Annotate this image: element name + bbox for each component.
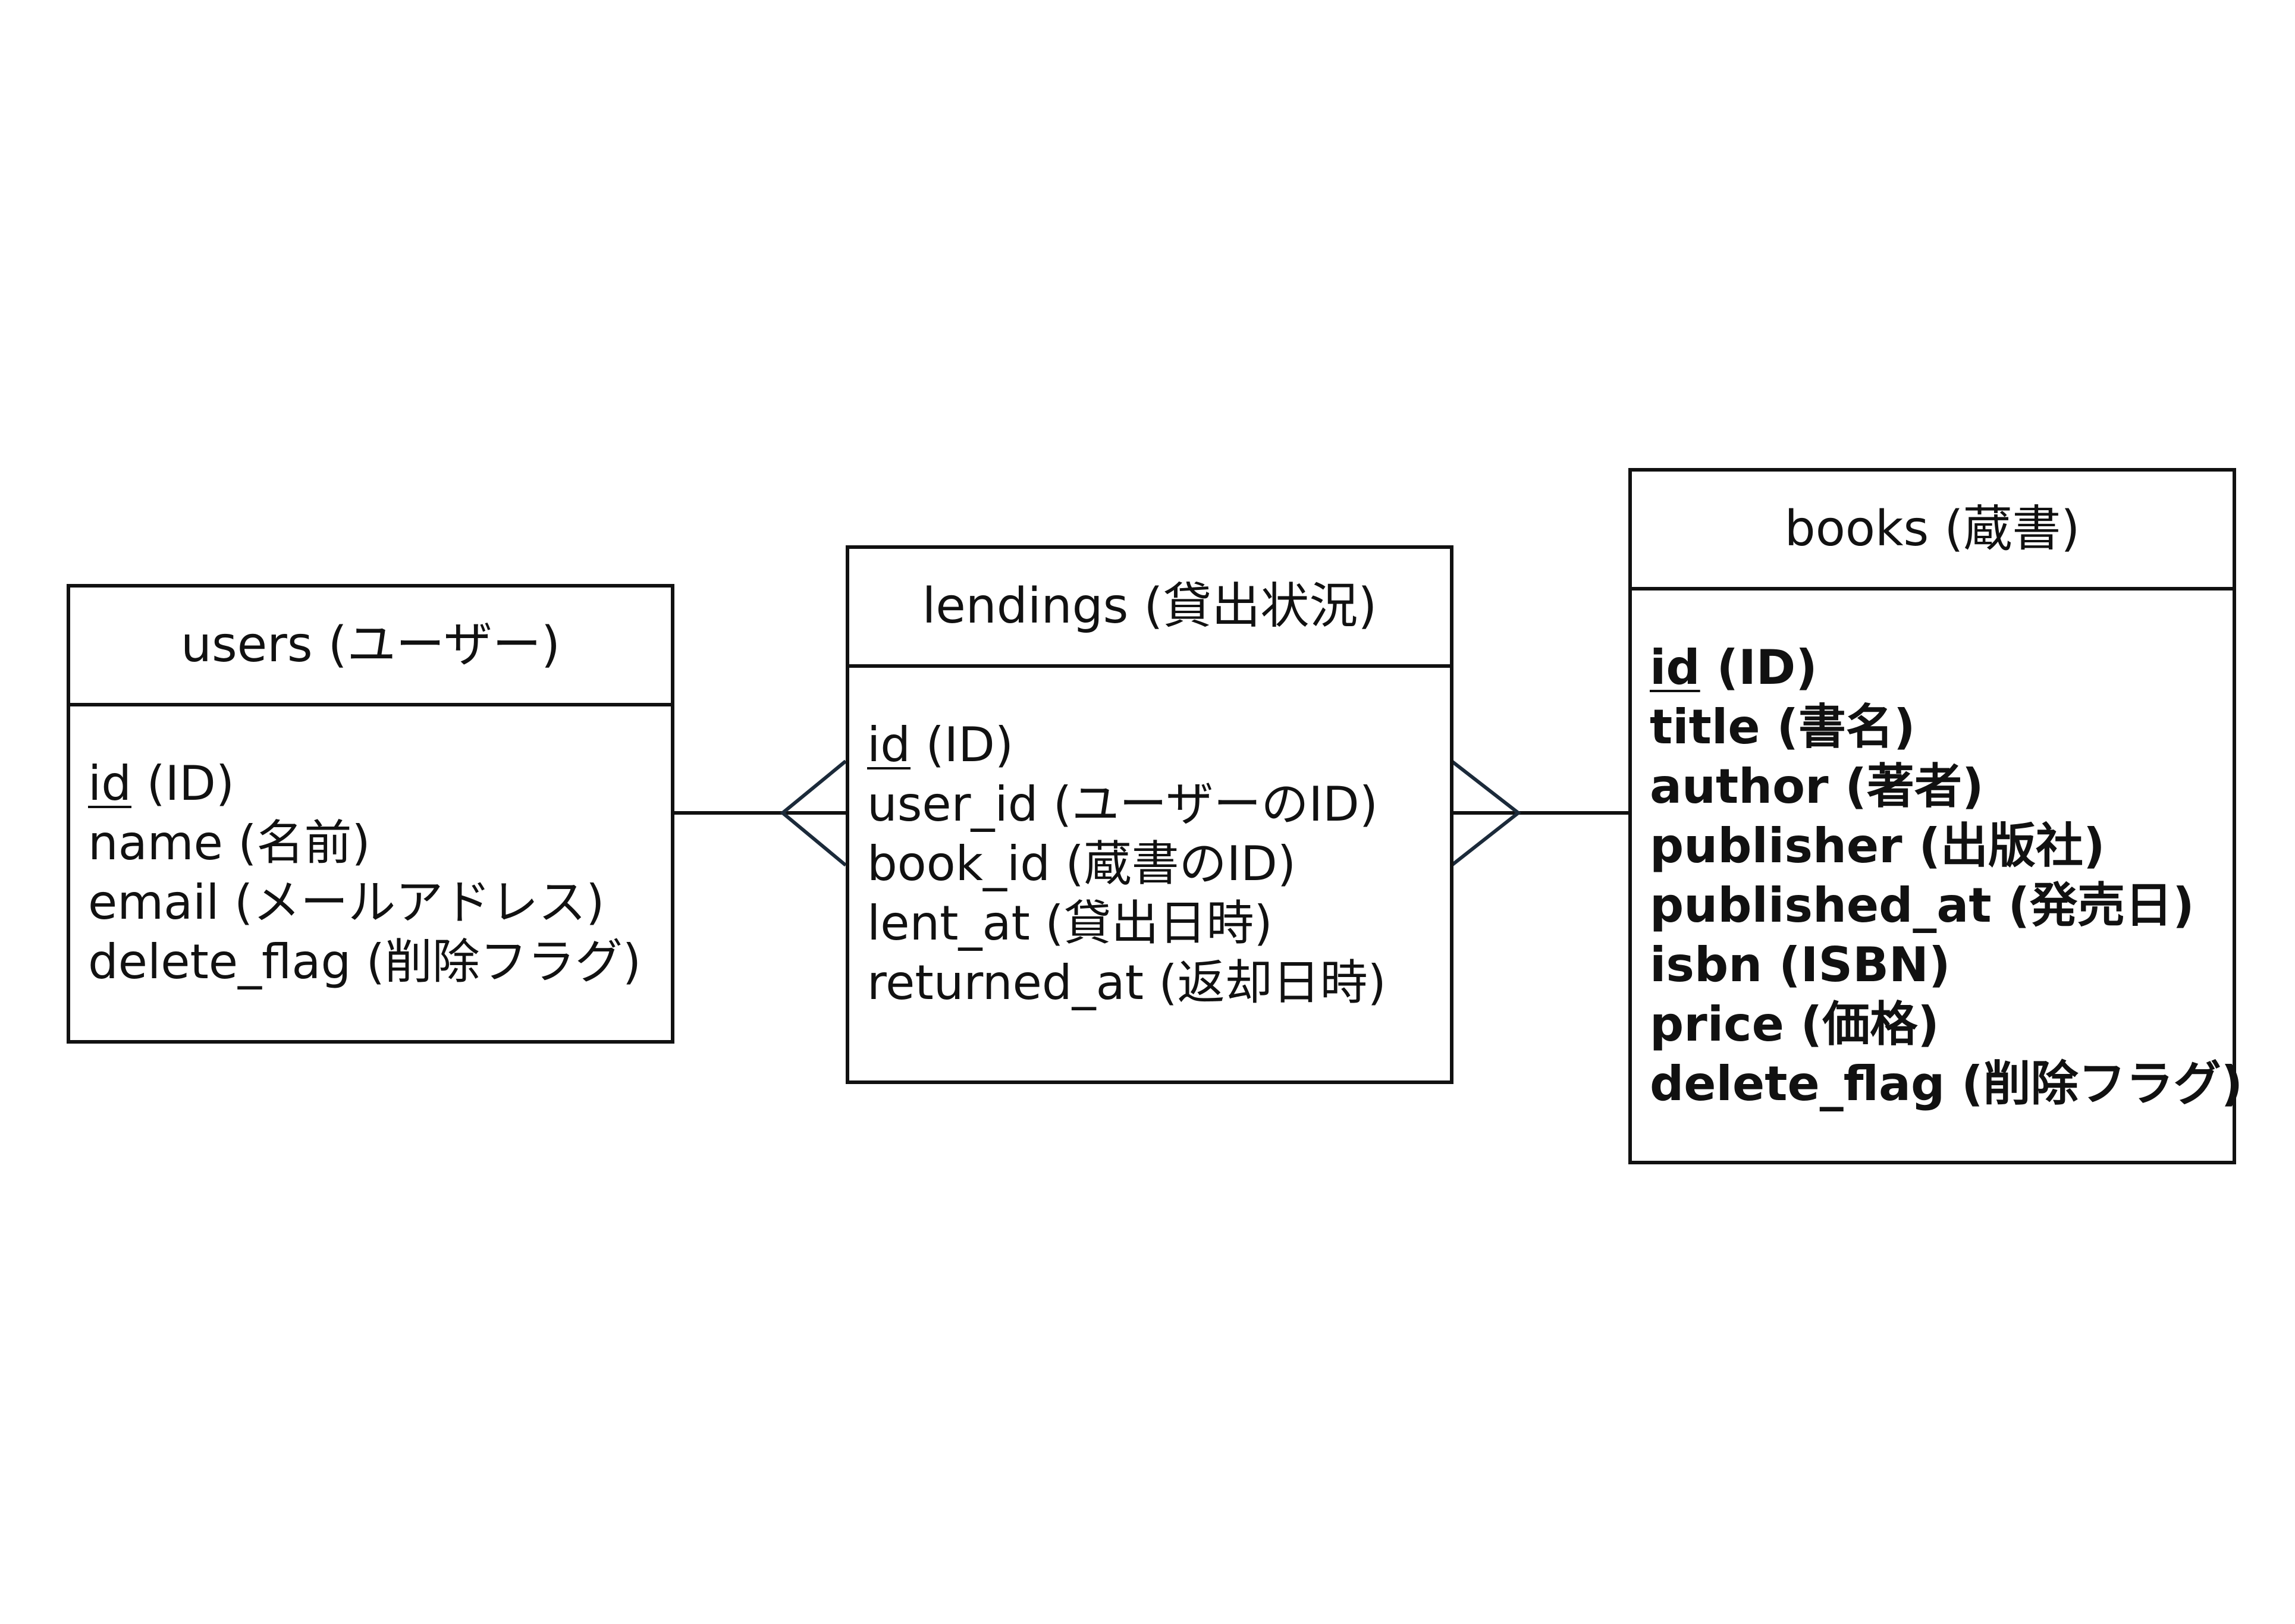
entity-lendings: lendings (貸出状況) id (ID) user_id (ユーザーのID… <box>846 545 1453 1084</box>
attribute-name: delete_flag <box>88 934 351 990</box>
entity-title-books: books (蔵書) <box>1632 472 2233 590</box>
entity-title-text: books (蔵書) <box>1784 501 2080 557</box>
attribute-description: (ISBN) <box>1762 937 1951 992</box>
attribute-description: (名前) <box>222 815 371 871</box>
attribute-row: delete_flag (削除フラグ) <box>88 932 671 992</box>
attribute-row: name (名前) <box>88 813 671 873</box>
attribute-name: name <box>88 815 223 871</box>
attribute-description: (ID) <box>911 717 1014 772</box>
attribute-row: published_at (発売日) <box>1650 876 2233 935</box>
attribute-description: (メールアドレス) <box>219 875 605 930</box>
attribute-row: returned_at (返却日時) <box>867 953 1450 1013</box>
entity-users: users (ユーザー) id (ID) name (名前) email (メー… <box>67 584 674 1044</box>
attribute-row: title (書名) <box>1650 698 2233 757</box>
attribute-description: (ユーザーのID) <box>1038 777 1378 832</box>
attribute-description: (出版社) <box>1902 818 2105 874</box>
attribute-name: email <box>88 875 219 930</box>
attribute-description: (返却日時) <box>1144 955 1386 1010</box>
attribute-row: id (ID) <box>88 754 671 813</box>
attribute-name: book_id <box>867 836 1051 891</box>
attribute-description: (ID) <box>131 756 235 811</box>
attribute-row: id (ID) <box>867 715 1450 775</box>
entity-title-users: users (ユーザー) <box>70 588 671 706</box>
attribute-list-books: id (ID) title (書名) author (著者) publisher… <box>1632 590 2243 1114</box>
attribute-row: email (メールアドレス) <box>88 873 671 932</box>
attribute-description: (貸出日時) <box>1029 896 1273 951</box>
crowsfoot-lendings-users <box>780 759 847 867</box>
attribute-name: user_id <box>867 777 1038 832</box>
attribute-description: (削除フラグ) <box>1945 1056 2243 1111</box>
relationship-books-lendings <box>1451 759 1628 867</box>
attribute-row: publisher (出版社) <box>1650 816 2233 876</box>
attribute-description: (蔵書のID) <box>1050 836 1296 891</box>
attribute-row: id (ID) <box>1650 638 2233 698</box>
attribute-row: price (価格) <box>1650 995 2233 1054</box>
attribute-primary-key: id <box>867 717 911 772</box>
attribute-primary-key: id <box>88 756 132 811</box>
attribute-name: returned_at <box>867 955 1144 1010</box>
attribute-name: title <box>1650 699 1760 755</box>
er-diagram: users (ユーザー) id (ID) name (名前) email (メー… <box>0 0 2295 1624</box>
relationship-users-lendings <box>673 759 847 867</box>
attribute-description: (著者) <box>1828 759 1984 814</box>
attribute-list-users: id (ID) name (名前) email (メールアドレス) delete… <box>70 706 671 992</box>
attribute-row: isbn (ISBN) <box>1650 935 2233 995</box>
attribute-description: (書名) <box>1760 699 1916 755</box>
attribute-name: publisher <box>1650 818 1902 874</box>
attribute-name: price <box>1650 997 1784 1052</box>
attribute-name: lent_at <box>867 896 1030 951</box>
entity-title-lendings: lendings (貸出状況) <box>849 549 1450 668</box>
attribute-row: user_id (ユーザーのID) <box>867 775 1450 834</box>
attribute-list-lendings: id (ID) user_id (ユーザーのID) book_id (蔵書のID… <box>849 668 1450 1013</box>
attribute-row: book_id (蔵書のID) <box>867 834 1450 894</box>
attribute-name: author <box>1650 759 1829 814</box>
attribute-name: delete_flag <box>1650 1056 1945 1111</box>
attribute-description: (ID) <box>1700 640 1817 695</box>
entity-books: books (蔵書) id (ID) title (書名) author (著者… <box>1628 468 2243 1164</box>
attribute-description: (価格) <box>1784 997 1939 1052</box>
attribute-description: (発売日) <box>1991 878 2194 933</box>
attribute-row: author (著者) <box>1650 757 2233 816</box>
attribute-name: isbn <box>1650 937 1763 992</box>
crowsfoot-lendings-books <box>1451 759 1521 867</box>
entity-title-text: lendings (貸出状況) <box>922 578 1377 634</box>
entity-title-text: users (ユーザー) <box>181 617 560 673</box>
attribute-description: (削除フラグ) <box>351 934 642 990</box>
attribute-row: delete_flag (削除フラグ) <box>1650 1054 2243 1114</box>
attribute-row: lent_at (貸出日時) <box>867 894 1450 953</box>
attribute-primary-key: id <box>1650 640 1700 695</box>
attribute-name: published_at <box>1650 878 1992 933</box>
